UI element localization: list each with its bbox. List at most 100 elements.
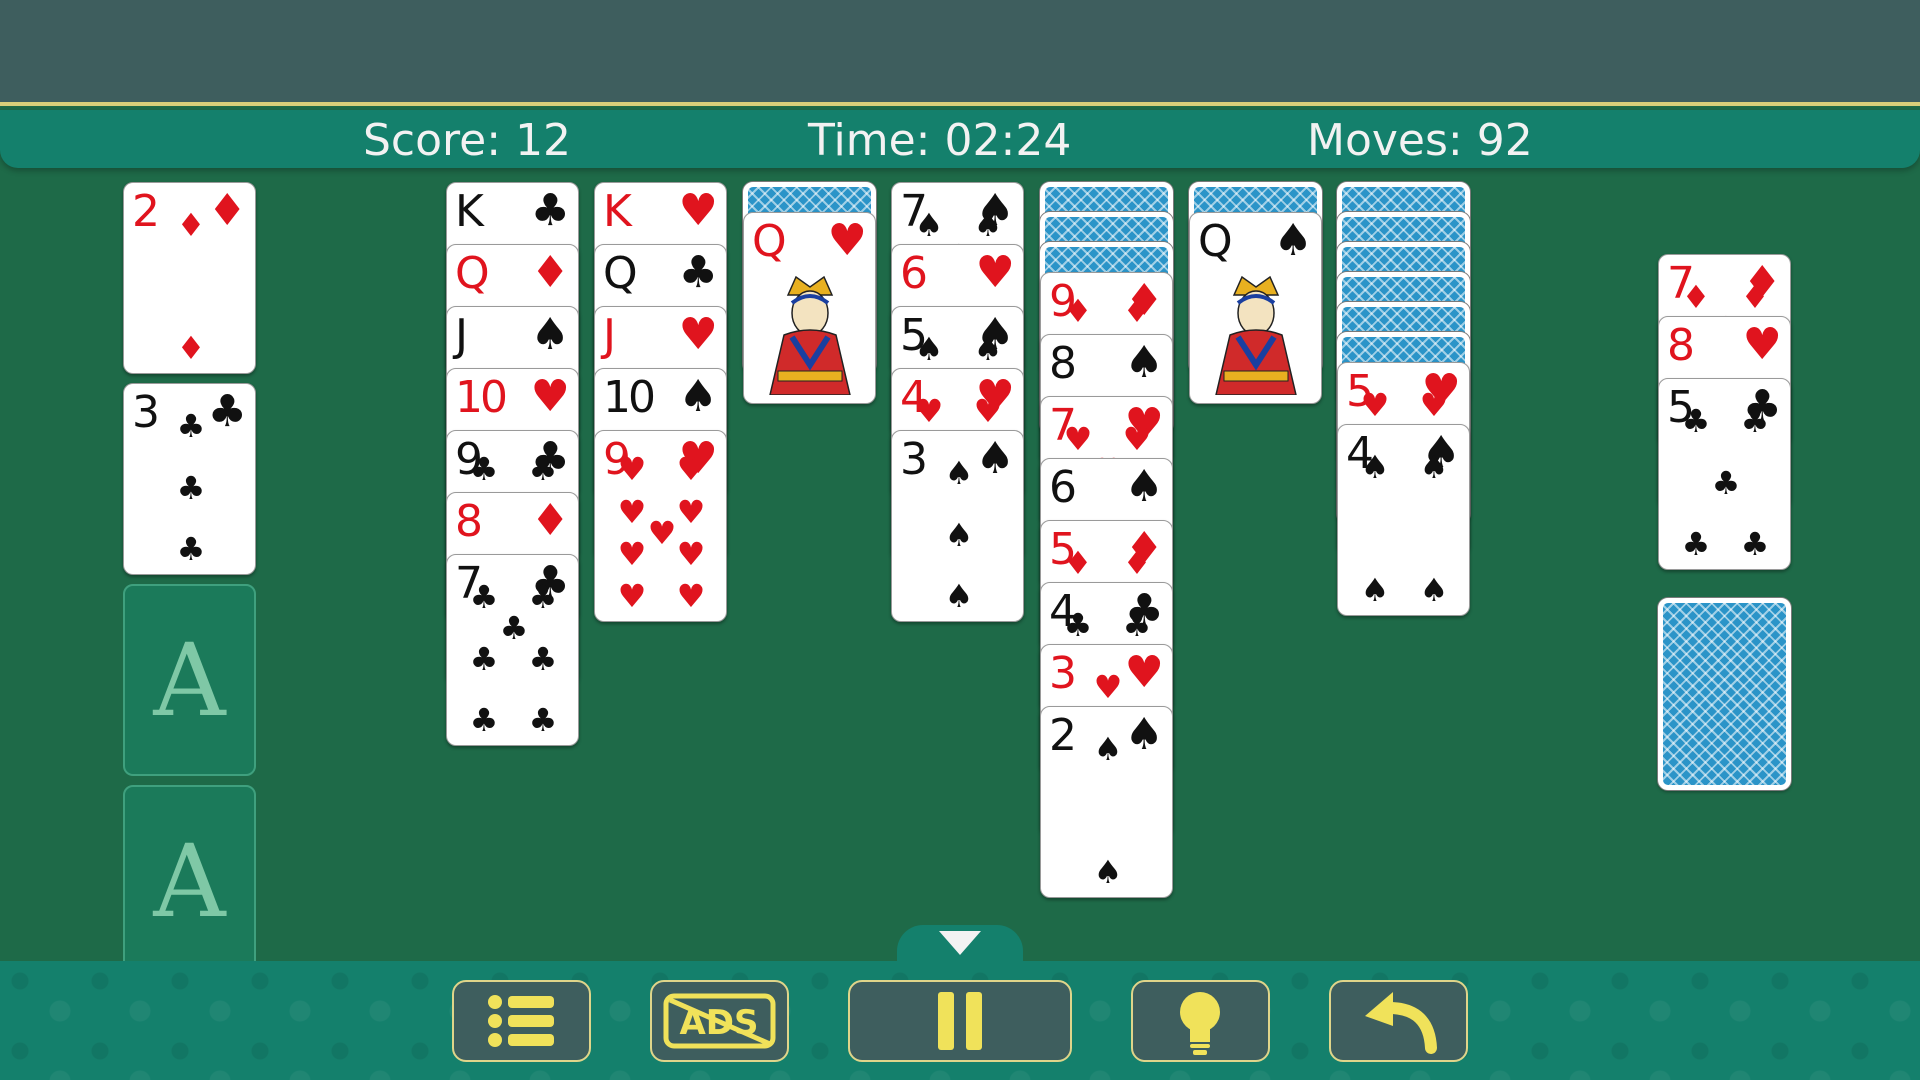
spades-pip-icon: ♠ xyxy=(944,577,974,615)
clubs-pip-icon: ♣ xyxy=(1740,525,1770,563)
clubs-pip-icon: ♣ xyxy=(469,701,499,739)
spades-suit-icon: ♠ xyxy=(678,371,718,422)
spades-pip-icon: ♠ xyxy=(1093,730,1123,768)
card-3-of-spades[interactable]: 3 ♠ ♠ ♠ ♠ xyxy=(891,430,1024,622)
clubs-pip-icon: ♣ xyxy=(469,640,499,678)
card-rank: J xyxy=(455,310,468,361)
hearts-pip-icon: ♥ xyxy=(1419,386,1449,424)
card-rank: 8 xyxy=(1667,320,1695,371)
hearts-suit-icon: ♥ xyxy=(678,309,718,360)
card-3-of-clubs[interactable]: 3 ♣ ♣ ♣ ♣ xyxy=(123,383,256,575)
card-q-of-hearts[interactable]: Q ♥ xyxy=(743,212,876,404)
spades-pip-icon: ♠ xyxy=(973,206,1003,244)
stock-pile[interactable] xyxy=(1658,598,1791,790)
diamonds-pip-icon: ♦ xyxy=(1063,544,1093,582)
card-rank: 10 xyxy=(603,372,656,423)
card-2-of-spades[interactable]: 2 ♠ ♠ ♠ xyxy=(1040,706,1173,898)
card-2-of-diamonds[interactable]: 2 ♦ ♦ ♦ xyxy=(123,182,256,374)
card-9-of-hearts[interactable]: 9 ♥ ♥ ♥ ♥ ♥ ♥ ♥ ♥ ♥ ♥ xyxy=(594,430,727,622)
hearts-pip-icon: ♥ xyxy=(676,577,706,615)
spades-pip-icon: ♠ xyxy=(914,206,944,244)
card-rank: K xyxy=(603,186,632,237)
card-rank: 10 xyxy=(455,372,508,423)
clubs-pip-icon: ♣ xyxy=(469,578,499,616)
clubs-pip-icon: ♣ xyxy=(176,469,206,507)
spades-suit-icon: ♠ xyxy=(1124,337,1164,388)
undo-button[interactable] xyxy=(1329,980,1468,1062)
undo-arrow-icon xyxy=(1365,992,1437,1054)
card-rank: 8 xyxy=(1049,338,1077,389)
no-ads-icon: ADS xyxy=(663,993,776,1049)
clubs-pip-icon: ♣ xyxy=(176,407,206,445)
card-7-of-clubs[interactable]: 7 ♣ ♣ ♣ ♣ ♣ ♣ ♣ ♣ xyxy=(446,554,579,746)
hearts-pip-icon: ♥ xyxy=(1063,420,1093,458)
spades-suit-icon: ♠ xyxy=(530,309,570,360)
card-4-of-spades[interactable]: 4 ♠ ♠ ♠ ♠ ♠ xyxy=(1337,424,1470,616)
clubs-pip-icon: ♣ xyxy=(1711,464,1741,502)
hearts-pip-icon: ♥ xyxy=(676,450,706,488)
card-rank: 8 xyxy=(455,496,483,547)
card-rank: J xyxy=(603,310,616,361)
diamonds-suit-icon: ♦ xyxy=(530,495,570,546)
card-rank: 3 xyxy=(1049,648,1077,699)
clubs-pip-icon: ♣ xyxy=(528,578,558,616)
lightbulb-icon xyxy=(1180,992,1220,1055)
card-rank: 2 xyxy=(1049,710,1077,761)
diamonds-suit-icon: ♦ xyxy=(207,185,247,236)
spades-pip-icon: ♠ xyxy=(1093,853,1123,891)
spades-suit-icon: ♠ xyxy=(1124,461,1164,512)
queen-portrait-icon xyxy=(758,265,862,395)
diamonds-pip-icon: ♦ xyxy=(176,329,206,367)
diamonds-suit-icon: ♦ xyxy=(530,247,570,298)
hearts-suit-icon: ♥ xyxy=(530,371,570,422)
hearts-suit-icon: ♥ xyxy=(678,185,718,236)
hearts-suit-icon: ♥ xyxy=(975,247,1015,298)
spades-pip-icon: ♠ xyxy=(1360,448,1390,486)
clubs-pip-icon: ♣ xyxy=(469,450,499,488)
clubs-pip-icon: ♣ xyxy=(1063,606,1093,644)
foundation-empty-slot[interactable]: A xyxy=(123,785,256,977)
clubs-pip-icon: ♣ xyxy=(1740,402,1770,440)
clubs-pip-icon: ♣ xyxy=(528,640,558,678)
clubs-suit-icon: ♣ xyxy=(207,386,247,437)
diamonds-pip-icon: ♦ xyxy=(1122,292,1152,330)
spades-suit-icon: ♠ xyxy=(975,433,1015,484)
remove-ads-button[interactable]: ADS xyxy=(650,980,789,1062)
foundation-empty-slot[interactable]: A xyxy=(123,584,256,776)
hearts-pip-icon: ♥ xyxy=(617,577,647,615)
hearts-pip-icon: ♥ xyxy=(1360,386,1390,424)
spades-pip-icon: ♠ xyxy=(914,330,944,368)
hearts-suit-icon: ♥ xyxy=(827,215,867,266)
hearts-suit-icon: ♥ xyxy=(1742,319,1782,370)
hearts-pip-icon: ♥ xyxy=(914,392,944,430)
pause-button[interactable] xyxy=(848,980,1072,1062)
spades-pip-icon: ♠ xyxy=(944,516,974,554)
hint-button[interactable] xyxy=(1131,980,1270,1062)
spades-pip-icon: ♠ xyxy=(1419,448,1449,486)
card-q-of-spades[interactable]: Q ♠ xyxy=(1189,212,1322,404)
card-rank: 3 xyxy=(132,387,160,438)
card-rank: 6 xyxy=(1049,462,1077,513)
diamonds-pip-icon: ♦ xyxy=(1681,278,1711,316)
game-table: 2♦♦♦3♣♣♣♣AAK♣Q♦J♠10♥9♣♣♣♣♣♣♣♣♣♣8♦7♣♣♣♣♣♣… xyxy=(0,0,1920,1080)
card-rank: 2 xyxy=(132,186,160,237)
clubs-pip-icon: ♣ xyxy=(528,450,558,488)
menu-button[interactable] xyxy=(452,980,591,1062)
spades-suit-icon: ♠ xyxy=(1124,709,1164,760)
spades-suit-icon: ♠ xyxy=(1273,215,1313,266)
card-rank: K xyxy=(455,186,484,237)
card-rank: 6 xyxy=(900,248,928,299)
menu-list-icon xyxy=(488,995,554,1047)
clubs-pip-icon: ♣ xyxy=(499,609,529,647)
card-rank: 3 xyxy=(900,434,928,485)
diamonds-pip-icon: ♦ xyxy=(1740,278,1770,316)
diamonds-pip-icon: ♦ xyxy=(1122,544,1152,582)
clubs-pip-icon: ♣ xyxy=(1681,525,1711,563)
clubs-suit-icon: ♣ xyxy=(678,247,718,298)
diamonds-pip-icon: ♦ xyxy=(176,206,206,244)
pause-icon xyxy=(938,992,982,1050)
hearts-pip-icon: ♥ xyxy=(617,450,647,488)
card-5-of-clubs[interactable]: 5 ♣ ♣ ♣ ♣ ♣ ♣ xyxy=(1658,378,1791,570)
spades-pip-icon: ♠ xyxy=(944,454,974,492)
spades-pip-icon: ♠ xyxy=(1419,571,1449,609)
